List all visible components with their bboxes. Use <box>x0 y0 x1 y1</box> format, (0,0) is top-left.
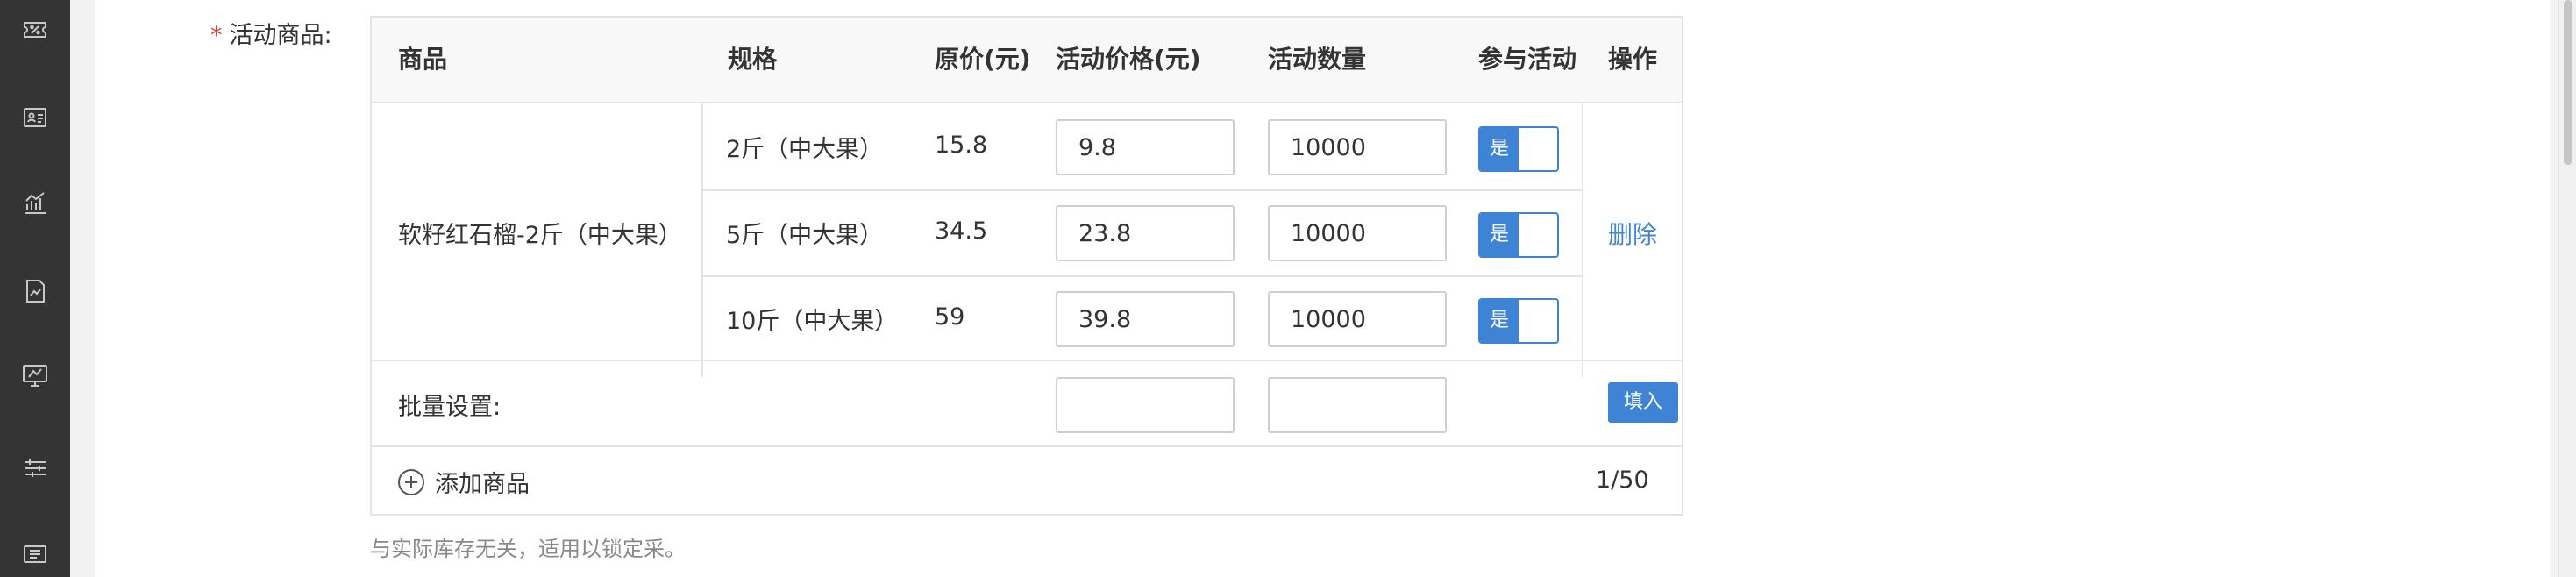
row-spec: 10斤（中大果） <box>726 308 899 335</box>
toggle-on-label: 是 <box>1480 300 1519 342</box>
header-product: 商品 <box>398 45 448 74</box>
delete-link[interactable]: 删除 <box>1608 216 1657 251</box>
row-spec: 5斤（中大果） <box>726 222 884 249</box>
toggle-on-label: 是 <box>1480 128 1519 170</box>
activity-price-input[interactable] <box>1056 119 1235 175</box>
divider <box>701 275 1582 277</box>
hint-text: 与实际库存无关，适用以锁定采。 <box>370 537 686 561</box>
header-spec: 规格 <box>728 45 778 74</box>
divider <box>372 445 1682 447</box>
activity-qty-input[interactable] <box>1268 205 1447 261</box>
product-count: 1/50 <box>1596 467 1649 494</box>
label-text: 活动商品: <box>229 22 332 49</box>
activity-products-label: * 活动商品: <box>210 16 332 50</box>
activity-qty-input[interactable] <box>1268 291 1447 347</box>
required-mark: * <box>210 22 223 49</box>
row-original-price: 59 <box>935 303 965 331</box>
batch-settings-label: 批量设置: <box>398 394 502 421</box>
divider <box>701 103 703 377</box>
add-product-button[interactable]: 添加商品 <box>398 465 530 499</box>
row-original-price: 34.5 <box>935 217 988 245</box>
activity-price-input[interactable] <box>1056 291 1235 347</box>
activity-qty-input[interactable] <box>1268 119 1447 175</box>
table-header: 商品 规格 原价(元) 活动价格(元) 活动数量 参与活动 操作 <box>372 18 1682 103</box>
scrollbar-thumb[interactable] <box>2564 0 2572 165</box>
toggle-on-label: 是 <box>1480 214 1519 256</box>
divider <box>1582 103 1583 377</box>
participate-toggle[interactable]: 是 <box>1478 298 1559 344</box>
header-activity-price: 活动价格(元) <box>1056 45 1201 74</box>
row-original-price: 15.8 <box>935 132 988 159</box>
monitor-stats-icon[interactable] <box>19 360 51 391</box>
fill-button[interactable]: 填入 <box>1608 382 1678 423</box>
activity-products-table: 商品 规格 原价(元) 活动价格(元) 活动数量 参与活动 操作 软籽红石榴-2… <box>370 16 1683 516</box>
divider <box>701 189 1582 191</box>
ticket-percent-icon[interactable] <box>19 14 51 46</box>
header-original-price: 原价(元) <box>935 45 1031 74</box>
row-spec: 2斤（中大果） <box>726 136 884 163</box>
activity-price-input[interactable] <box>1056 205 1235 261</box>
header-activity-qty: 活动数量 <box>1268 45 1367 74</box>
header-participate: 参与活动 <box>1478 45 1577 74</box>
coupon-icon[interactable] <box>19 538 51 570</box>
report-doc-icon[interactable] <box>19 275 51 307</box>
participate-toggle[interactable]: 是 <box>1478 212 1559 258</box>
sidebar <box>0 0 70 577</box>
trend-chart-icon[interactable] <box>19 188 51 219</box>
add-product-label: 添加商品 <box>435 471 530 498</box>
header-action: 操作 <box>1608 45 1658 74</box>
participate-toggle[interactable]: 是 <box>1478 126 1559 172</box>
product-name: 软籽红石榴-2斤（中大果） <box>398 222 682 249</box>
divider <box>372 360 1682 361</box>
sliders-icon[interactable] <box>19 452 51 484</box>
contact-card-icon[interactable] <box>19 102 51 133</box>
plus-circle-icon <box>398 468 424 495</box>
batch-price-input[interactable] <box>1056 377 1235 433</box>
batch-qty-input[interactable] <box>1268 377 1447 433</box>
